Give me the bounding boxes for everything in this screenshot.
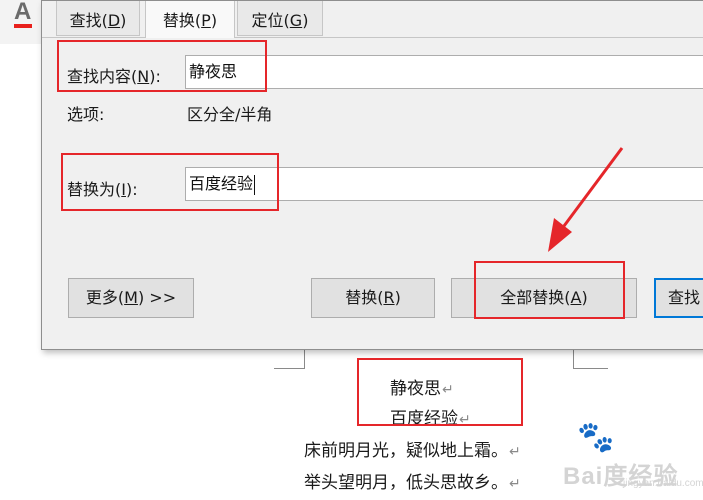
- tab-find[interactable]: 查找(D): [56, 1, 140, 36]
- margin-mark-right: [573, 348, 608, 369]
- options-value: 区分全/半角: [187, 105, 273, 124]
- paragraph-mark-icon: ↵: [509, 444, 521, 460]
- font-color-icon[interactable]: A: [14, 0, 31, 26]
- options-label: 选项:: [67, 105, 105, 124]
- font-color-bar: [14, 24, 32, 28]
- doc-line-poem-1: 床前明月光，疑似地上霜。↵: [304, 441, 521, 461]
- paw-icon: 🐾: [577, 421, 615, 454]
- tab-goto[interactable]: 定位(G): [237, 1, 323, 36]
- more-button[interactable]: 更多(M) >>: [68, 278, 194, 318]
- annotation-find-box: [57, 40, 267, 92]
- replace-button[interactable]: 替换(R): [311, 278, 435, 318]
- margin-mark-left: [274, 348, 305, 369]
- tab-replace[interactable]: 替换(P): [145, 1, 235, 38]
- annotation-replace-box: [61, 153, 279, 211]
- find-next-button[interactable]: 查找: [654, 278, 703, 318]
- watermark: 🐾 Bai度经验 jingyan.baidu.com: [553, 420, 703, 495]
- annotation-replace-all-box: [474, 261, 625, 319]
- doc-line-poem-2: 举头望明月，低头思故乡。↵: [304, 473, 521, 493]
- watermark-url: jingyan.baidu.com: [623, 478, 703, 489]
- annotation-document-box: [357, 358, 523, 426]
- paragraph-mark-icon: ↵: [509, 476, 521, 492]
